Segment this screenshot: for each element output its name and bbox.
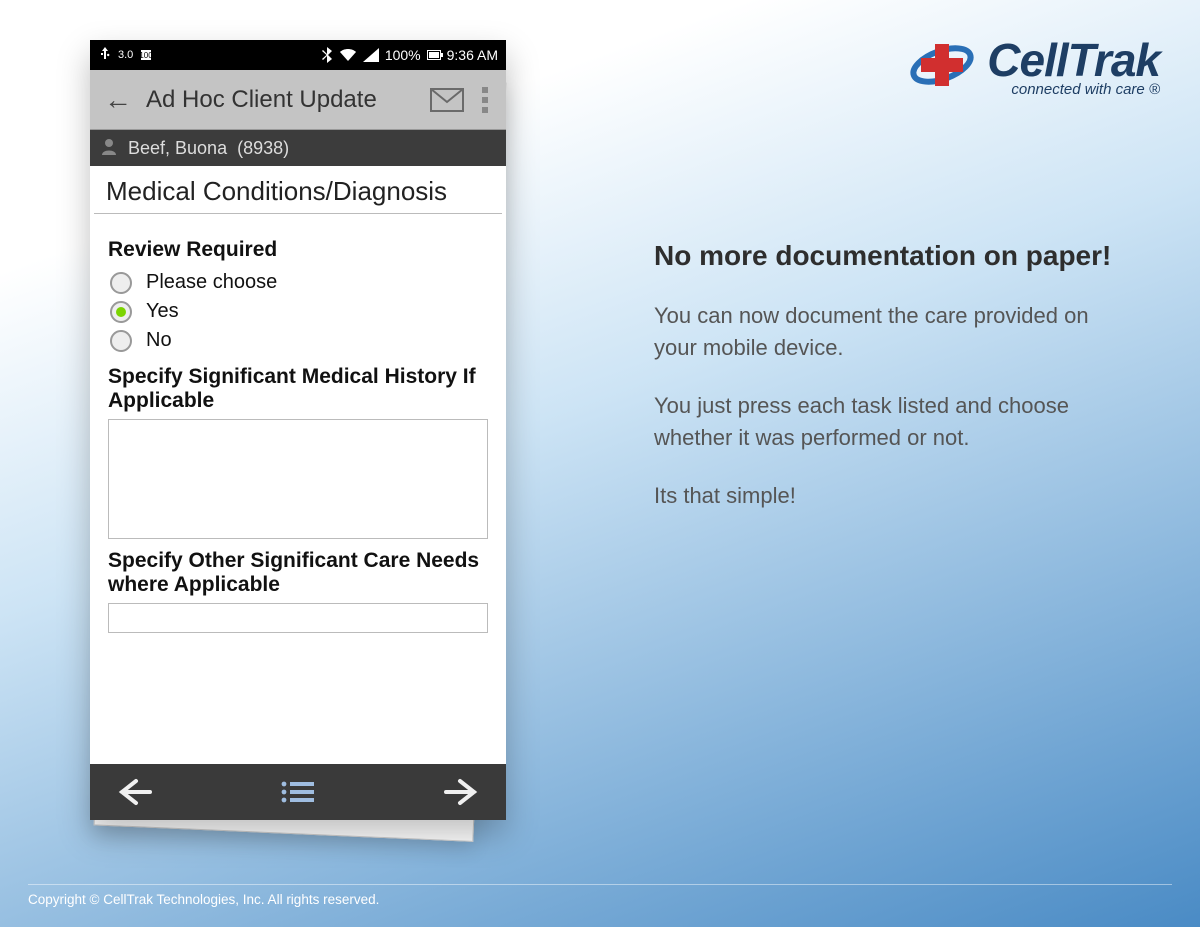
signal-icon (363, 48, 379, 62)
footer-rule (28, 884, 1172, 885)
app-header-title: Ad Hoc Client Update (146, 86, 420, 114)
nav-prev-button[interactable] (112, 775, 156, 809)
marketing-paragraph: Its that simple! (654, 480, 1134, 512)
marketing-copy: No more documentation on paper! You can … (654, 240, 1134, 537)
section-title: Medical Conditions/Diagnosis (94, 166, 502, 214)
usb-icon (98, 47, 112, 63)
marketing-paragraph: You can now document the care provided o… (654, 300, 1134, 364)
radio-icon (110, 330, 132, 352)
client-bar: Beef, Buona (8938) (90, 130, 506, 166)
status-time: 9:36 AM (447, 47, 498, 63)
brand-cross-icon (907, 30, 977, 100)
svg-text:100: 100 (140, 51, 154, 60)
radio-label: Please choose (146, 271, 277, 294)
care-needs-input[interactable] (108, 603, 488, 633)
radio-option-yes[interactable]: Yes (110, 297, 488, 326)
review-required-radiogroup: Please choose Yes No (110, 268, 488, 355)
bluetooth-icon (321, 47, 333, 63)
radio-option-please-choose[interactable]: Please choose (110, 268, 488, 297)
wifi-icon (339, 48, 357, 62)
radio-label: Yes (146, 300, 179, 323)
marketing-heading: No more documentation on paper! (654, 240, 1134, 272)
brand-logo: CellTrak connected with care ® (907, 30, 1160, 100)
nav-list-button[interactable] (276, 775, 320, 809)
radio-icon (110, 301, 132, 323)
medical-history-input[interactable] (108, 419, 488, 539)
brand-name: CellTrak (987, 33, 1160, 87)
brand-tagline: connected with care ® (987, 81, 1160, 98)
marketing-paragraph: You just press each task listed and choo… (654, 390, 1134, 454)
battery-percent: 100% (385, 47, 421, 63)
form-body: Review Required Please choose Yes No Spe… (90, 214, 506, 764)
overflow-menu-icon[interactable] (474, 83, 496, 117)
radio-icon (110, 272, 132, 294)
medical-history-label: Specify Significant Medical History If A… (108, 365, 488, 413)
bottom-nav (90, 764, 506, 820)
review-required-label: Review Required (108, 238, 488, 262)
radio-label: No (146, 329, 172, 352)
care-needs-label: Specify Other Significant Care Needs whe… (108, 549, 488, 597)
battery-icon (427, 50, 441, 60)
back-button[interactable]: ← (100, 80, 136, 120)
person-icon (100, 137, 118, 160)
radio-option-no[interactable]: No (110, 326, 488, 355)
usb-version: 3.0 (118, 49, 133, 61)
phone-screen: 3.0 100 100% 9:36 AM (90, 40, 506, 820)
phone-mockup: 3.0 100 100% 9:36 AM (90, 40, 506, 824)
nav-next-button[interactable] (440, 775, 484, 809)
app-header: ← Ad Hoc Client Update (90, 70, 506, 130)
copyright-text: Copyright © CellTrak Technologies, Inc. … (28, 892, 379, 907)
client-id: (8938) (237, 138, 289, 159)
client-name: Beef, Buona (128, 138, 227, 159)
android-status-bar: 3.0 100 100% 9:36 AM (90, 40, 506, 70)
mail-icon[interactable] (430, 88, 464, 112)
battery-small-icon: 100 (139, 48, 153, 62)
